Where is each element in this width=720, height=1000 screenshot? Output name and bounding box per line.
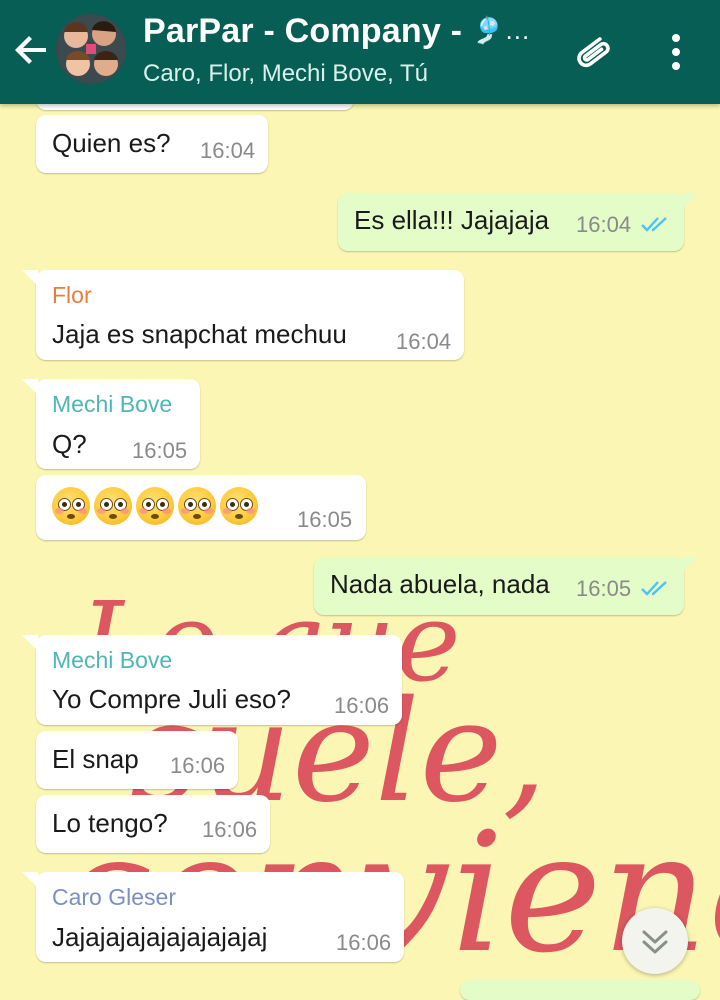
message-text: Quien es? <box>52 128 171 158</box>
message-bubble[interactable]: Flor Jaja es snapchat mechuu 16:04 <box>22 270 464 360</box>
sender-name[interactable]: Flor <box>52 282 92 309</box>
message-time: 16:06 <box>202 817 258 842</box>
message-bubble-outgoing[interactable]: Es ella!!! Jajajaja 16:04 <box>338 193 698 251</box>
chat-title-text: ParPar - Company - <box>143 12 472 50</box>
more-vert-icon[interactable] <box>662 30 690 74</box>
message-bubble[interactable]: Quien es? 16:04 <box>36 115 268 173</box>
message-bubble[interactable]: Mechi Bove Q? 16:05 <box>22 379 200 469</box>
message-bubble[interactable]: Caro Gleser Jajajajajajajajajajaj 16:06 <box>22 872 404 962</box>
message-text: Yo Compre Juli eso? <box>52 684 291 714</box>
message-time: 16:04 <box>396 329 452 354</box>
chat-participants[interactable]: Caro, Flor, Mechi Bove, Tú <box>143 60 428 88</box>
message-text: Q? <box>52 429 87 459</box>
flushed-face-emoji-icon <box>52 487 90 525</box>
message-time: 16:05 <box>132 438 188 463</box>
message-time: 16:06 <box>336 930 392 955</box>
paperclip-icon[interactable] <box>568 28 616 76</box>
back-arrow-icon[interactable] <box>12 30 52 70</box>
flushed-face-emoji-icon <box>136 487 174 525</box>
sender-name[interactable]: Caro Gleser <box>52 884 176 911</box>
scroll-to-bottom-button[interactable] <box>622 908 688 974</box>
double-check-icon <box>641 217 667 232</box>
sender-name[interactable]: Mechi Bove <box>52 647 172 674</box>
message-time: 16:04 <box>576 212 632 237</box>
flushed-face-emoji-icon <box>220 487 258 525</box>
message-bubble[interactable]: 😳😳😳😳😳 16:05 <box>36 475 366 540</box>
flushed-face-emoji-icon <box>94 487 132 525</box>
message-text: Nada abuela, nada <box>330 569 550 599</box>
message-text: Es ella!!! Jajajaja <box>354 205 550 235</box>
message-text: Jaja es snapchat mechuu <box>52 319 347 349</box>
message-text: Jajajajajajajajajajaj <box>52 922 268 952</box>
message-bubble-outgoing-partial[interactable] <box>460 980 700 1000</box>
flushed-face-emoji-icon <box>178 487 216 525</box>
message-time: 16:06 <box>170 753 226 778</box>
message-text: El snap <box>52 744 139 774</box>
message-bubble-outgoing[interactable]: Nada abuela, nada 16:05 <box>314 557 698 615</box>
sender-name[interactable]: Mechi Bove <box>52 391 172 418</box>
message-time: 16:05 <box>576 576 632 601</box>
chat-title[interactable]: ParPar - Company - 🎐… <box>143 12 531 51</box>
message-time: 16:04 <box>200 138 256 163</box>
message-time: 16:05 <box>297 507 353 532</box>
group-avatar[interactable] <box>56 14 126 84</box>
chat-title-emoji: 🎐… <box>471 15 531 45</box>
message-bubble[interactable]: Mechi Bove Yo Compre Juli eso? 16:06 <box>22 635 402 725</box>
message-text: Lo tengo? <box>52 808 168 838</box>
emoji-row <box>52 487 258 531</box>
chat-header: ParPar - Company - 🎐… Caro, Flor, Mechi … <box>0 0 720 104</box>
chevron-double-down-icon <box>642 930 668 954</box>
double-check-icon <box>641 581 667 596</box>
message-bubble[interactable]: Lo tengo? 16:06 <box>36 795 270 853</box>
message-time: 16:06 <box>334 693 390 718</box>
message-bubble[interactable]: El snap 16:06 <box>36 731 238 789</box>
